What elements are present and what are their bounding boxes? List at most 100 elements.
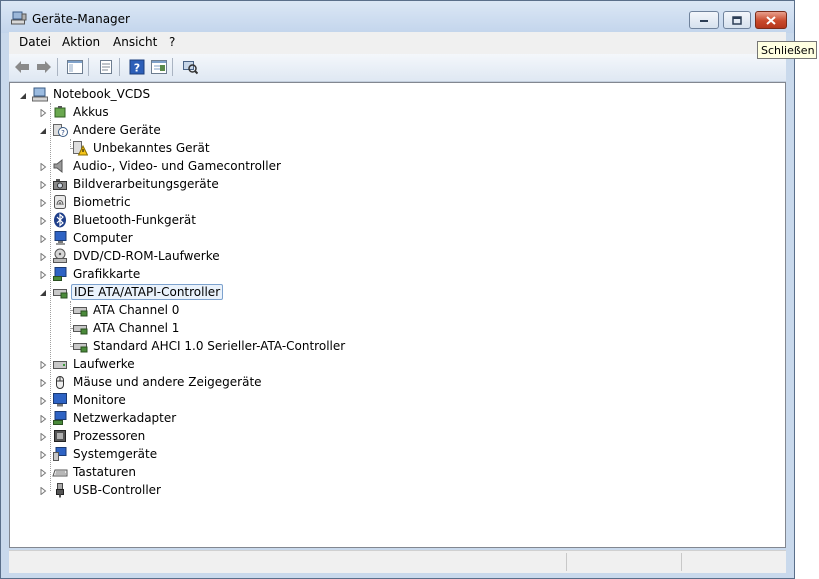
tree-item-andere-geraete[interactable]: ? Andere Geräte	[52, 121, 163, 139]
dvd-drive-icon	[53, 248, 67, 263]
tree-item-bildverarbeitung[interactable]: Bildverarbeitungsgeräte	[52, 175, 221, 193]
tree-child-ata-channel-1[interactable]: ATA Channel 1	[72, 319, 181, 337]
close-icon	[766, 15, 776, 25]
menu-aktion[interactable]: Aktion	[62, 35, 100, 49]
tree-item-biometric[interactable]: Biometric	[52, 193, 133, 211]
expand-arrow-icon[interactable]	[39, 109, 47, 117]
expand-arrow-icon[interactable]	[39, 397, 47, 405]
network-adapter-icon	[53, 411, 67, 425]
svg-text:?: ?	[134, 62, 140, 75]
menu-bar: Datei Aktion Ansicht ?	[9, 32, 786, 54]
disk-drive-icon	[53, 361, 67, 369]
svg-text:?: ?	[61, 129, 65, 137]
tree-item-bluetooth[interactable]: Bluetooth-Funkgerät	[52, 211, 198, 229]
tree-child-ahci-controller[interactable]: Standard AHCI 1.0 Serieller-ATA-Controll…	[72, 337, 347, 355]
tree-item-tastaturen[interactable]: Tastaturen	[52, 463, 138, 481]
tree-item-label: Andere Geräte	[73, 123, 161, 137]
expand-arrow-icon[interactable]	[39, 217, 47, 225]
menu-ansicht[interactable]: Ansicht	[113, 35, 157, 49]
toolbar: ?	[9, 54, 786, 82]
properties-button[interactable]	[97, 58, 115, 76]
tree-item-label: Prozessoren	[73, 429, 146, 443]
tree-child-unbekanntes-geraet[interactable]: Unbekanntes Gerät	[72, 139, 212, 157]
fingerprint-icon	[54, 195, 66, 209]
toolbar-separator	[88, 58, 89, 76]
expand-arrow-icon[interactable]	[39, 235, 47, 243]
scan-hardware-icon	[183, 61, 198, 75]
expand-arrow-icon[interactable]	[39, 469, 47, 477]
collapse-arrow-icon[interactable]	[39, 289, 47, 297]
tree-item-label: Netzwerkadapter	[73, 411, 177, 425]
tree-item-computer[interactable]: Computer	[52, 229, 135, 247]
forward-button[interactable]	[35, 58, 53, 76]
tree-root[interactable]: Notebook_VCDS	[32, 85, 152, 103]
mouse-icon	[56, 376, 64, 389]
tree-item-ide-controller[interactable]: IDE ATA/ATAPI-Controller	[52, 283, 224, 301]
tree-item-grafikkarte[interactable]: Grafikkarte	[52, 265, 142, 283]
tree-item-label: IDE ATA/ATAPI-Controller	[71, 284, 224, 300]
tree-item-laufwerke[interactable]: Laufwerke	[52, 355, 137, 373]
menu-help[interactable]: ?	[169, 35, 175, 49]
expand-arrow-icon[interactable]	[39, 163, 47, 171]
display-adapter-icon	[53, 267, 67, 281]
menu-datei[interactable]: Datei	[19, 35, 51, 49]
close-button[interactable]	[755, 11, 787, 29]
tree-item-label: Bildverarbeitungsgeräte	[73, 177, 219, 191]
device-tree[interactable]: Notebook_VCDS Akkus ? Andere Geräte Unbe…	[9, 82, 786, 548]
collapse-arrow-icon[interactable]	[19, 92, 27, 100]
speaker-icon	[53, 158, 63, 174]
tree-item-label: Bluetooth-Funkgerät	[73, 213, 196, 227]
tree-item-label: Tastaturen	[73, 465, 136, 479]
expand-arrow-icon[interactable]	[39, 415, 47, 423]
minimize-button[interactable]	[689, 11, 719, 29]
tree-item-usb[interactable]: USB-Controller	[52, 481, 163, 499]
toolbar-separator	[119, 58, 120, 76]
scan-hardware-button[interactable]	[181, 58, 199, 76]
tree-item-label: Systemgeräte	[73, 447, 158, 461]
properties-icon	[100, 60, 112, 74]
tree-item-systemgeraete[interactable]: Systemgeräte	[52, 445, 159, 463]
expand-arrow-icon[interactable]	[39, 271, 47, 279]
show-hide-tree-icon	[67, 60, 83, 74]
title-bar[interactable]: Geräte-Manager	[1, 1, 794, 33]
expand-arrow-icon[interactable]	[39, 181, 47, 189]
tree-child-ata-channel-0[interactable]: ATA Channel 0	[72, 301, 181, 319]
expand-arrow-icon[interactable]	[39, 199, 47, 207]
tree-item-audio[interactable]: Audio-, Video- und Gamecontroller	[52, 157, 283, 175]
expand-arrow-icon[interactable]	[39, 361, 47, 369]
monitor-icon	[53, 393, 67, 407]
maximize-button[interactable]	[723, 11, 751, 29]
help-button[interactable]: ?	[128, 58, 146, 76]
tree-item-label: Grafikkarte	[73, 267, 141, 281]
processor-icon	[54, 430, 66, 442]
bluetooth-icon	[54, 212, 66, 228]
collapse-arrow-icon[interactable]	[39, 127, 47, 135]
tree-connector	[70, 301, 71, 347]
tree-item-netzwerkadapter[interactable]: Netzwerkadapter	[52, 409, 178, 427]
computer-icon	[32, 87, 48, 102]
expand-arrow-icon[interactable]	[39, 451, 47, 459]
expand-arrow-icon[interactable]	[39, 433, 47, 441]
tree-item-dvd[interactable]: DVD/CD-ROM-Laufwerke	[52, 247, 222, 265]
view-button[interactable]	[150, 58, 168, 76]
tree-item-label: Mäuse und andere Zeigegeräte	[73, 375, 262, 389]
expand-arrow-icon[interactable]	[39, 253, 47, 261]
expand-arrow-icon[interactable]	[39, 379, 47, 387]
show-hide-tree-button[interactable]	[66, 58, 84, 76]
warning-device-icon	[73, 141, 88, 156]
expand-arrow-icon[interactable]	[39, 487, 47, 495]
tree-item-prozessoren[interactable]: Prozessoren	[52, 427, 147, 445]
tree-item-label: Akkus	[73, 105, 109, 119]
view-icon	[151, 60, 167, 74]
tree-item-akkus[interactable]: Akkus	[52, 103, 111, 121]
minimize-icon	[700, 20, 708, 22]
computer-icon	[54, 231, 67, 245]
tree-item-monitore[interactable]: Monitore	[52, 391, 128, 409]
tree-connector	[50, 103, 51, 491]
tree-item-maeuse[interactable]: Mäuse und andere Zeigegeräte	[52, 373, 264, 391]
back-button[interactable]	[13, 58, 31, 76]
tree-item-label: USB-Controller	[73, 483, 161, 497]
camera-icon	[53, 179, 67, 190]
tree-child-label: Unbekanntes Gerät	[93, 141, 210, 155]
tree-child-label: Standard AHCI 1.0 Serieller-ATA-Controll…	[93, 339, 346, 353]
